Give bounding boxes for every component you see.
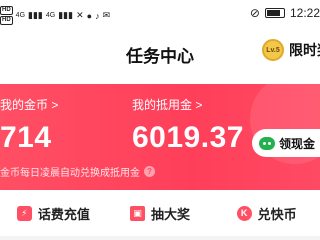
hd-badge: HD <box>0 6 13 15</box>
my-voucher-link[interactable]: 我的抵用金 > <box>132 96 202 113</box>
voucher-balance: 6019.37 <box>132 121 244 154</box>
my-coins-link[interactable]: 我的金币 > <box>0 96 58 113</box>
lucky-draw-button[interactable]: ▣ 抽大奖 <box>107 198 214 228</box>
battery-icon <box>264 8 285 18</box>
alarm-off-icon: ⊘ <box>249 6 260 20</box>
status-bar: HD HD 4G ▮▮▮ 4G ▮▮▮ ✕ ● ♪ ✉ ⊘ 12:22 <box>0 0 320 30</box>
section-divider <box>0 236 320 240</box>
coin-balance: 714 <box>0 121 52 154</box>
action-label: 抽大奖 <box>151 206 191 222</box>
status-left: HD HD 4G ▮▮▮ 4G ▮▮▮ ✕ ● ♪ ✉ <box>0 6 110 25</box>
limited-time-reward-label: 限时奖 <box>289 42 320 58</box>
status-time: 12:22 <box>289 6 320 20</box>
page-header: 任务中心 Lv.5 限时奖 <box>0 30 320 72</box>
signal-icon: ▮▮▮ <box>58 10 74 20</box>
hd-badge: HD <box>0 16 13 25</box>
action-label: 兑快币 <box>257 206 297 222</box>
mail-notification-icon: ✉ <box>102 10 111 20</box>
status-right: ⊘ 12:22 <box>250 6 320 20</box>
k-coin-icon: K <box>236 205 252 221</box>
phone-recharge-button[interactable]: ⚡ 话费充值 <box>0 198 107 228</box>
redeem-kcoin-button[interactable]: K 兑快币 <box>213 198 320 228</box>
mute-icon: ✕ <box>76 10 84 20</box>
limited-time-reward-link[interactable]: Lv.5 限时奖 <box>262 39 320 61</box>
help-icon[interactable]: ? <box>144 166 155 177</box>
exchange-note-text: 金币每日凌晨自动兑换成抵用金 <box>0 168 140 179</box>
chat-notification-icon: ● <box>86 10 93 21</box>
wechat-icon <box>259 136 275 150</box>
action-label: 话费充值 <box>37 206 90 222</box>
network-4g-label: 4G <box>15 12 26 19</box>
network-4g-label: 4G <box>45 12 56 19</box>
lightning-icon: ⚡ <box>16 205 32 221</box>
tiktok-notification-icon: ♪ <box>95 10 100 21</box>
quick-actions: ⚡ 话费充值 ▣ 抽大奖 K 兑快币 <box>0 198 320 228</box>
gift-icon: ▣ <box>130 205 145 221</box>
signal-icon: ▮▮▮ <box>28 10 43 20</box>
level-badge-icon: Lv.5 <box>262 39 284 61</box>
balance-card: 我的金币 > 714 我的抵用金 > 6019.37 领现金 金币每日凌晨自动兑… <box>0 84 320 190</box>
claim-cash-button[interactable]: 领现金 <box>252 129 320 157</box>
hd-indicators: HD HD <box>0 6 13 25</box>
claim-cash-label: 领现金 <box>279 136 316 151</box>
exchange-note: 金币每日凌晨自动兑换成抵用金 ? <box>0 164 155 179</box>
